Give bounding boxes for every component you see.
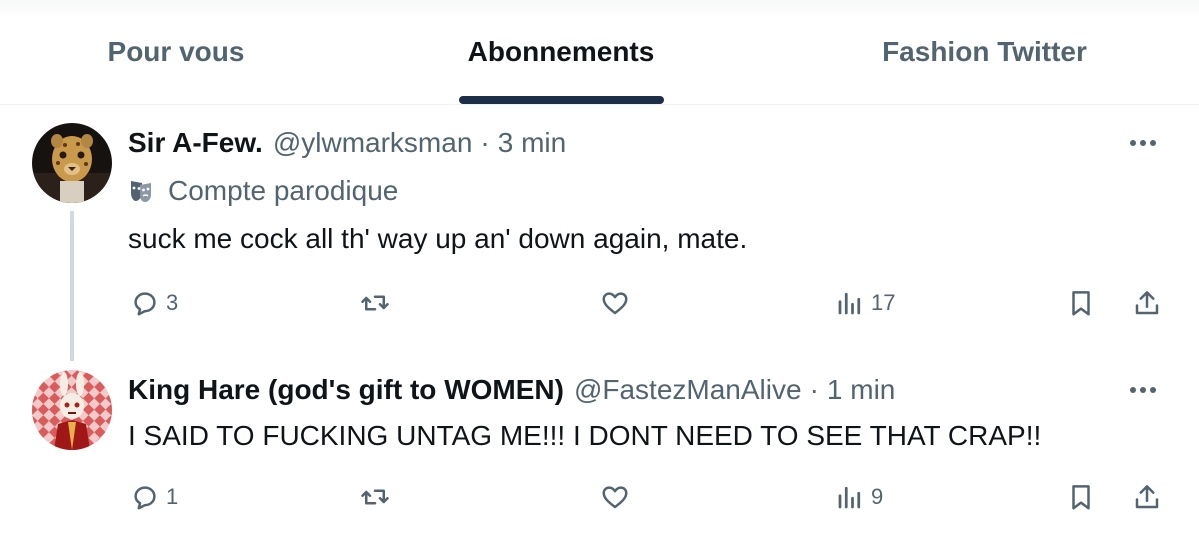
- tab-pour-vous[interactable]: Pour vous: [0, 0, 352, 105]
- rabbit-king-avatar: [32, 370, 112, 450]
- parody-account-badge: Compte parodique: [128, 173, 398, 209]
- views-chart-icon: [838, 292, 861, 315]
- more-options-button[interactable]: [1121, 125, 1165, 161]
- reply-count: 3: [166, 290, 179, 315]
- timestamp[interactable]: 1 min: [827, 374, 895, 406]
- bookmark-icon: [1072, 485, 1090, 510]
- tweet-actions: 1 9: [120, 475, 1180, 519]
- views-button[interactable]: 17: [835, 281, 895, 325]
- reply-count: 1: [166, 484, 179, 509]
- view-count: 9: [871, 484, 884, 509]
- tab-label: Pour vous: [107, 36, 245, 67]
- parody-mask-icon: [131, 181, 151, 202]
- more-dots-icon: [1130, 140, 1156, 146]
- share-button[interactable]: [1132, 475, 1162, 519]
- retweet-icon: [361, 295, 389, 311]
- retweet-icon: [361, 489, 389, 505]
- reply-icon: [134, 486, 156, 510]
- share-icon: [1135, 485, 1159, 509]
- more-dots-icon: [1130, 387, 1156, 393]
- heart-icon: [602, 292, 628, 315]
- badge-label: Compte parodique: [168, 175, 399, 206]
- retweet-button[interactable]: [360, 475, 390, 519]
- active-tab-indicator: [459, 96, 664, 104]
- separator-dot: ·: [809, 374, 819, 405]
- tweet-header: Sir A-Few. @ylwmarksman · 3 min: [128, 125, 566, 161]
- retweet-button[interactable]: [360, 281, 390, 325]
- tweet-actions: 3 17: [120, 281, 1180, 325]
- separator-dot: ·: [480, 127, 490, 158]
- display-name[interactable]: Sir A-Few.: [128, 127, 263, 159]
- share-icon: [1135, 291, 1159, 315]
- like-button[interactable]: [600, 281, 630, 325]
- tweet[interactable]: King Hare (god's gift to WOMEN) @FastezM…: [0, 355, 1199, 542]
- tweet-text: suck me cock all th' way up an' down aga…: [128, 223, 748, 254]
- thread-connector-line: [70, 211, 74, 361]
- tweet-text: I SAID TO FUCKING UNTAG ME!!! I DONT NEE…: [128, 420, 1042, 451]
- view-count: 17: [871, 290, 896, 315]
- tab-abonnements[interactable]: Abonnements: [352, 0, 770, 105]
- user-handle[interactable]: @FastezManAlive: [574, 374, 802, 406]
- bookmark-button[interactable]: [1066, 281, 1096, 325]
- user-handle[interactable]: @ylwmarksman: [273, 127, 473, 159]
- tweet[interactable]: Sir A-Few. @ylwmarksman · 3 min Compte p…: [0, 105, 1199, 361]
- bookmark-button[interactable]: [1066, 475, 1096, 519]
- heart-icon: [602, 486, 628, 509]
- avatar[interactable]: [32, 123, 112, 203]
- timeline-tabs: Pour vous Abonnements Fashion Twitter: [0, 0, 1199, 105]
- tab-label: Fashion Twitter: [882, 36, 1087, 67]
- reply-icon: [134, 292, 156, 316]
- views-button[interactable]: 9: [835, 475, 883, 519]
- tab-label: Abonnements: [467, 36, 655, 67]
- timestamp[interactable]: 3 min: [498, 127, 566, 159]
- tweet-header: King Hare (god's gift to WOMEN) @FastezM…: [128, 372, 895, 408]
- reply-button[interactable]: 1: [130, 475, 178, 519]
- more-options-button[interactable]: [1121, 372, 1165, 408]
- leopard-mask-avatar: [32, 123, 112, 203]
- share-button[interactable]: [1132, 281, 1162, 325]
- like-button[interactable]: [600, 475, 630, 519]
- reply-button[interactable]: 3: [130, 281, 178, 325]
- tab-fashion-twitter[interactable]: Fashion Twitter: [770, 0, 1199, 105]
- bookmark-icon: [1072, 291, 1090, 316]
- avatar[interactable]: [32, 370, 112, 450]
- views-chart-icon: [838, 486, 861, 509]
- display-name[interactable]: King Hare (god's gift to WOMEN): [128, 374, 564, 406]
